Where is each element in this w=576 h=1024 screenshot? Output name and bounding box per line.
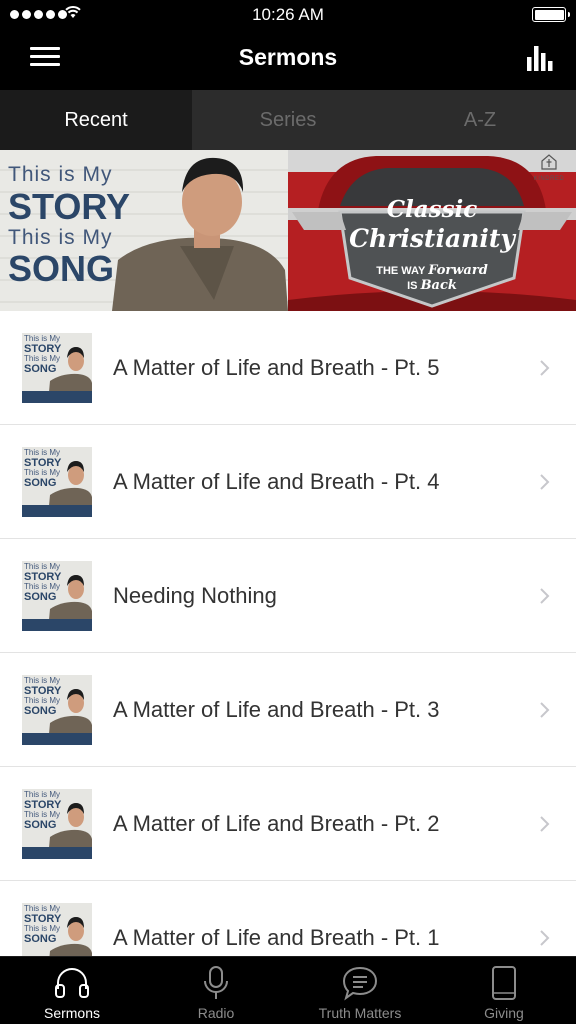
church-logo-icon: [541, 154, 557, 170]
sermon-title: A Matter of Life and Breath - Pt. 5: [113, 355, 440, 380]
thumb-line-1: This is My: [24, 334, 60, 343]
thumb-line-4: SONG: [24, 477, 57, 489]
tabbar-item-truth-matters[interactable]: Truth Matters: [288, 957, 432, 1024]
tabbar-label-sermons: Sermons: [43, 1005, 101, 1021]
banner-line-4: SONG: [8, 248, 115, 289]
tabbar-label-radio: Radio: [197, 1005, 235, 1021]
tabbar-item-sermons[interactable]: Sermons: [0, 957, 144, 1024]
segment-tabs: Recent Series A-Z: [0, 90, 576, 150]
chevron-right-icon: [540, 702, 550, 718]
kindred-logo: KINDRED: [530, 153, 568, 182]
sermon-title: Needing Nothing: [113, 583, 277, 608]
tab-recent[interactable]: Recent: [0, 90, 192, 150]
banner-subtitle-1: THE WAY Forward: [376, 263, 488, 278]
chevron-right-icon: [540, 588, 550, 604]
bar-chart-icon[interactable]: [526, 44, 554, 72]
battery-icon: [532, 7, 570, 22]
chevron-right-icon: [540, 930, 550, 946]
thumb-line-1: This is My: [24, 448, 60, 457]
sermon-row[interactable]: This is My STORY This is My SONG A Matter of…: [0, 881, 576, 956]
sermon-thumbnail: This is My STORY This is My SONG: [22, 789, 92, 859]
banner-title-1: Classic: [386, 196, 478, 223]
thumb-line-4: SONG: [24, 591, 57, 603]
banner-title-2: Christianity: [349, 224, 515, 253]
microphone-icon: [204, 966, 228, 999]
thumb-line-1: This is My: [24, 790, 60, 799]
tabbar-item-giving[interactable]: Giving: [432, 957, 576, 1024]
sermon-title: A Matter of Life and Breath - Pt. 4: [113, 469, 440, 494]
featured-series-banner[interactable]: This is My STORY This is My SONG Classic…: [0, 150, 576, 311]
tabbar-label-truth-matters: Truth Matters: [318, 1005, 402, 1021]
story-song-series-artwork[interactable]: This is My STORY This is My SONG: [0, 150, 288, 311]
classic-christianity-series-artwork[interactable]: Classic Christianity THE WAY Forward IS …: [288, 150, 576, 311]
sermon-title: A Matter of Life and Breath - Pt. 1: [113, 925, 440, 950]
thumb-line-3: This is My: [24, 468, 60, 477]
sermon-title: A Matter of Life and Breath - Pt. 2: [113, 811, 440, 836]
sermon-thumbnail: This is My STORY This is My SONG: [22, 903, 92, 956]
tablet-icon: [492, 966, 516, 1000]
sermon-thumbnail: This is My STORY This is My SONG: [22, 333, 92, 403]
tabbar-label-giving: Giving: [484, 1005, 524, 1021]
sermon-row[interactable]: This is My STORY This is My SONG A Matter of…: [0, 653, 576, 767]
page-title: Sermons: [238, 44, 338, 70]
chevron-right-icon: [540, 816, 550, 832]
banner-subtitle-2: IS Back: [407, 278, 457, 293]
sermon-row[interactable]: This is My STORY This is My SONG A Matter of…: [0, 767, 576, 881]
headphones-icon: [55, 968, 89, 998]
thumb-line-4: SONG: [24, 363, 57, 375]
sermon-row[interactable]: This is My STORY This is My SONG Needing Not…: [0, 539, 576, 653]
thumb-line-3: This is My: [24, 924, 60, 933]
thumb-line-4: SONG: [24, 933, 57, 945]
chat-bubble-icon: [342, 966, 378, 1001]
sermon-row[interactable]: This is My STORY This is My SONG A Matter of…: [0, 425, 576, 539]
bottom-tab-bar: Sermons Radio Truth Matters Giving: [0, 956, 576, 1024]
chevron-right-icon: [540, 360, 550, 376]
status-bar: 10:26 AM: [0, 0, 576, 30]
sermon-thumbnail: This is My STORY This is My SONG: [22, 675, 92, 745]
sermon-list: This is My STORY This is My SONG A Matter of…: [0, 311, 576, 956]
status-time: 10:26 AM: [252, 5, 324, 24]
navigation-bar: Sermons: [0, 30, 576, 90]
thumb-line-4: SONG: [24, 705, 57, 717]
thumb-line-1: This is My: [24, 904, 60, 913]
banner-line-2: STORY: [8, 186, 131, 227]
sermon-thumbnail: This is My STORY This is My SONG: [22, 561, 92, 631]
tab-series[interactable]: Series: [192, 90, 384, 150]
thumb-line-1: This is My: [24, 562, 60, 571]
thumb-line-3: This is My: [24, 582, 60, 591]
sermon-row[interactable]: This is My STORY This is My SONG A Matter of…: [0, 311, 576, 425]
banner-line-3: This is My: [8, 226, 113, 249]
thumb-line-3: This is My: [24, 810, 60, 819]
chevron-right-icon: [540, 474, 550, 490]
sermon-title: A Matter of Life and Breath - Pt. 3: [113, 697, 440, 722]
sermon-thumbnail: This is My STORY This is My SONG: [22, 447, 92, 517]
thumb-line-3: This is My: [24, 696, 60, 705]
thumb-line-3: This is My: [24, 354, 60, 363]
tab-a-z[interactable]: A-Z: [384, 90, 576, 150]
thumb-line-1: This is My: [24, 676, 60, 685]
tabbar-item-radio[interactable]: Radio: [144, 957, 288, 1024]
thumb-line-4: SONG: [24, 819, 57, 831]
banner-line-1: This is My: [8, 163, 113, 186]
